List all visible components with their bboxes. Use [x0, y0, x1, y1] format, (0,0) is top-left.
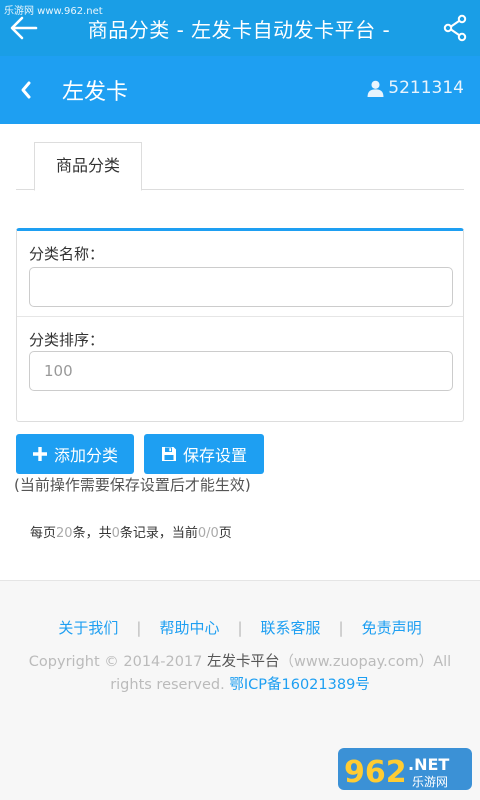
form-row-sort: 分类排序： 100: [17, 317, 463, 417]
app-bar: 乐游网 www.962.net 商品分类 - 左发卡自动发卡平台 -: [0, 0, 480, 56]
add-category-button[interactable]: 添加分类: [16, 434, 134, 474]
category-name-label: 分类名称：: [29, 245, 105, 263]
user-icon: [367, 80, 384, 97]
floppy-disk-icon: [161, 447, 176, 461]
copyright-text: Copyright © 2014-2017 左发卡平台（www.zuopay.c…: [28, 654, 452, 693]
user-id: 5211314: [388, 78, 464, 98]
footer-link-support[interactable]: 联系客服: [261, 617, 321, 638]
category-form: 分类名称： 分类排序： 100: [16, 228, 464, 422]
site-name: 左发卡: [62, 80, 129, 105]
icp-link[interactable]: 鄂ICP备16021389号: [229, 677, 369, 693]
pagination-info: 每页20条，共0条记录，当前0/0页: [30, 526, 232, 541]
svg-text:乐游网: 乐游网: [412, 775, 448, 789]
category-sort-label: 分类排序：: [29, 331, 105, 349]
tab-bar: 商品分类: [16, 142, 464, 191]
footer-link-about[interactable]: 关于我们: [58, 617, 118, 638]
site-header: 左发卡 5211314: [0, 56, 480, 124]
user-account[interactable]: 5211314: [367, 78, 464, 98]
footer-links: 关于我们 | 帮助中心 | 联系客服 | 免责声明: [58, 617, 422, 638]
svg-text:962: 962: [344, 755, 407, 790]
main-panel: 商品分类 分类名称： 分类排序： 100 添加分类 保存设置 (当前操作需要保存…: [0, 124, 480, 580]
footer-link-disclaimer[interactable]: 免责声明: [362, 617, 422, 638]
page-title: 商品分类 - 左发卡自动发卡平台 -: [87, 18, 391, 42]
footer-link-help[interactable]: 帮助中心: [159, 617, 219, 638]
back-arrow-icon[interactable]: [8, 12, 40, 44]
category-sort-input[interactable]: 100: [29, 351, 453, 391]
category-name-input[interactable]: [29, 267, 453, 307]
svg-text:.NET: .NET: [408, 755, 449, 774]
watermark-logo: 962 .NET 乐游网: [338, 748, 472, 790]
form-row-name: 分类名称：: [17, 231, 463, 317]
save-settings-button[interactable]: 保存设置: [144, 434, 264, 474]
plus-icon: [32, 447, 47, 461]
chevron-left-icon[interactable]: [18, 78, 34, 102]
save-hint-text: (当前操作需要保存设置后才能生效): [14, 476, 251, 494]
tab-product-category[interactable]: 商品分类: [34, 142, 142, 191]
share-icon[interactable]: [442, 14, 468, 42]
